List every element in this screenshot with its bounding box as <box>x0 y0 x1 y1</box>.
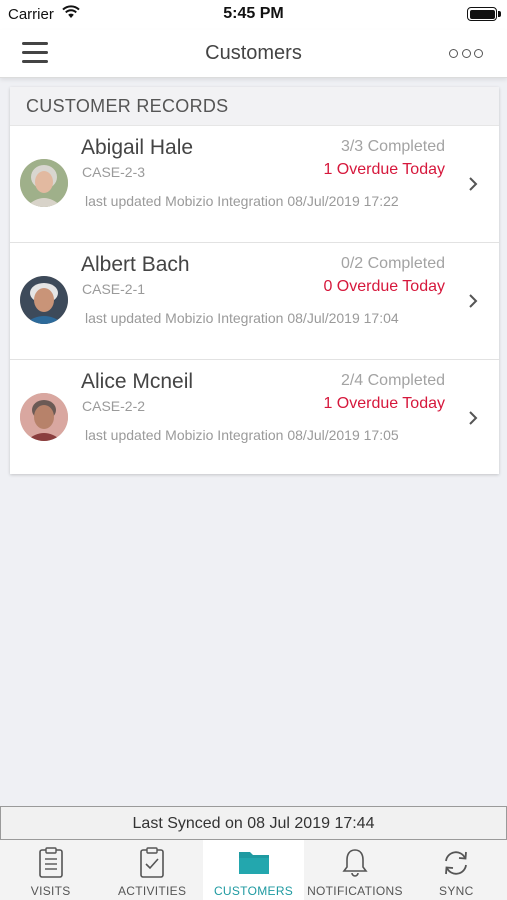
avatar <box>20 393 68 441</box>
last-synced-text: Last Synced on 08 Jul 2019 17:44 <box>132 815 375 832</box>
completed-count: 2/4 Completed <box>340 372 445 389</box>
tab-label: SYNC <box>439 884 474 898</box>
tab-notifications[interactable]: NOTIFICATIONS <box>304 840 405 900</box>
customer-row[interactable]: Albert Bach CASE-2-1 last updated Mobizi… <box>10 243 499 360</box>
customer-name: Albert Bach <box>81 253 190 276</box>
overdue-count: 0 Overdue Today <box>323 278 445 295</box>
tab-label: VISITS <box>30 884 71 898</box>
tab-label: CUSTOMERS <box>213 884 294 898</box>
overdue-count: 1 Overdue Today <box>323 395 445 412</box>
avatar <box>20 159 68 207</box>
chevron-right-icon <box>469 177 478 191</box>
chevron-right-icon <box>469 411 478 425</box>
tab-label: ACTIVITIES <box>117 884 187 898</box>
avatar <box>20 276 68 324</box>
page-title: Customers <box>205 42 302 64</box>
battery-icon <box>467 7 501 21</box>
tab-sync[interactable]: SYNC <box>406 840 507 900</box>
overdue-count: 1 Overdue Today <box>323 161 445 178</box>
case-id: CASE-2-3 <box>82 164 146 180</box>
sync-icon <box>445 851 468 875</box>
case-id: CASE-2-1 <box>82 281 146 297</box>
clipboard-check-icon <box>140 847 164 878</box>
more-options-icon[interactable] <box>449 46 483 60</box>
customer-records-card: CUSTOMER RECORDS Abigail Hale CASE-2-3 l… <box>10 87 499 474</box>
customer-row[interactable]: Abigail Hale CASE-2-3 last updated Mobiz… <box>10 126 499 243</box>
clipboard-list-icon <box>38 847 63 878</box>
tab-customers[interactable]: CUSTOMERS <box>202 840 305 900</box>
last-updated: last updated Mobizio Integration 08/Jul/… <box>85 310 399 326</box>
customer-name: Alice Mcneil <box>81 370 194 393</box>
section-title: CUSTOMER RECORDS <box>10 87 499 126</box>
chevron-right-icon <box>469 294 478 308</box>
case-id: CASE-2-2 <box>82 398 146 414</box>
status-time: 5:45 PM <box>223 5 284 22</box>
tab-bar: VISITS ACTIVITIES CUSTOMERS NOTIFICATION… <box>0 840 507 900</box>
completed-count: 0/2 Completed <box>340 255 445 272</box>
folder-icon <box>238 852 269 874</box>
completed-count: 3/3 Completed <box>340 138 445 155</box>
last-synced-bar: Last Synced on 08 Jul 2019 17:44 <box>0 806 507 840</box>
last-updated: last updated Mobizio Integration 08/Jul/… <box>85 193 399 209</box>
tab-label: NOTIFICATIONS <box>307 884 403 898</box>
tab-visits[interactable]: VISITS <box>0 840 101 900</box>
status-bar: Carrier 5:45 PM <box>0 0 507 30</box>
tab-activities[interactable]: ACTIVITIES <box>101 840 202 900</box>
navigation-bar: Customers <box>0 30 507 78</box>
bell-icon <box>342 849 368 877</box>
last-updated: last updated Mobizio Integration 08/Jul/… <box>85 427 399 443</box>
customer-name: Abigail Hale <box>81 136 194 159</box>
customer-row[interactable]: Alice Mcneil CASE-2-2 last updated Mobiz… <box>10 360 499 477</box>
